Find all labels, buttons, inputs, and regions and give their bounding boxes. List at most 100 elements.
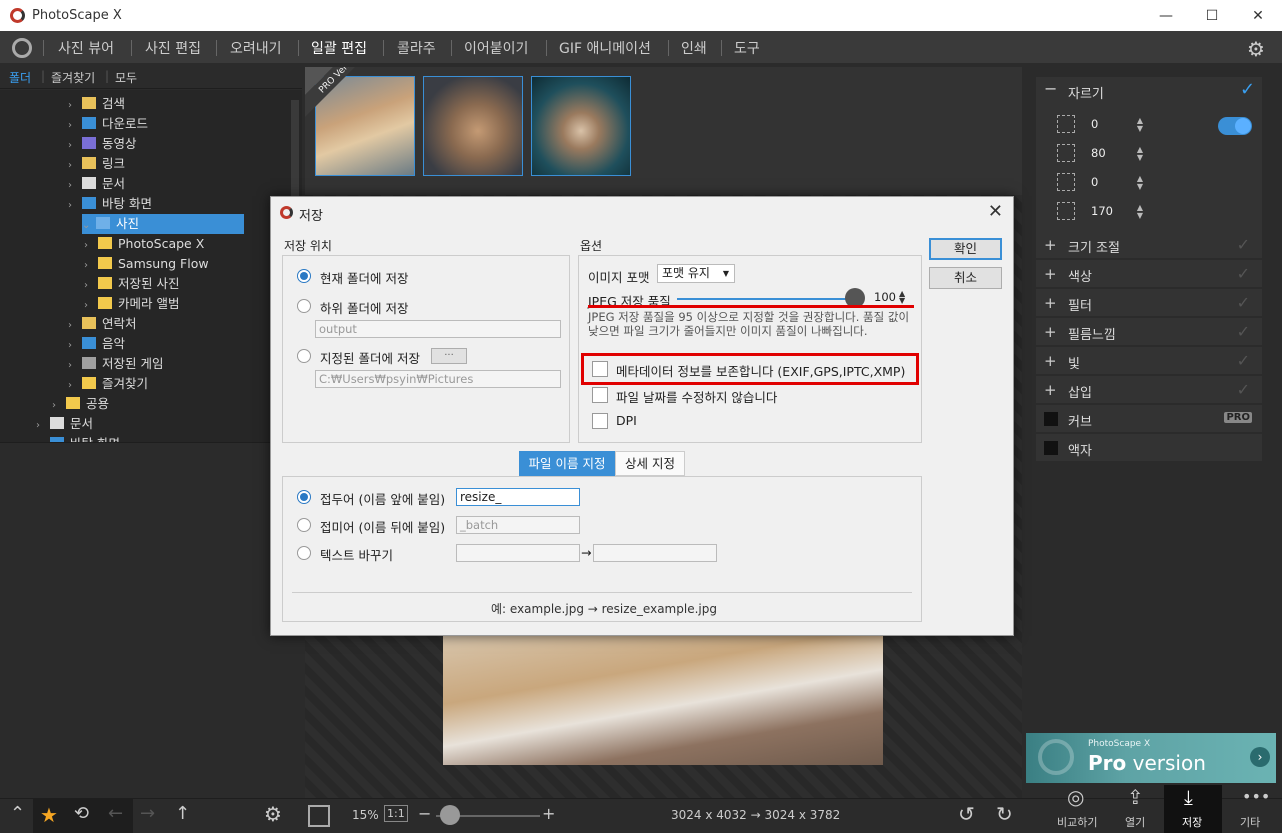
tree-item[interactable]: › PhotoScape X [0,234,290,254]
app-home-icon[interactable] [12,38,32,58]
jpeg-quality-spinner-icon[interactable]: ▲ ▼ [899,290,905,305]
tree-item[interactable]: ›바탕 화면 [0,434,290,442]
zoom-in-icon[interactable]: + [542,804,555,823]
expand-chevron-icon[interactable]: › [68,316,82,336]
folder-path-input[interactable]: C:₩Users₩psyin₩Pictures [315,370,561,388]
apply-check-icon[interactable]: ✓ [1237,264,1250,283]
cancel-button[interactable]: 취소 [929,267,1002,289]
tree-item[interactable]: › 저장된 게임 [0,354,290,374]
zoom-out-icon[interactable]: − [418,804,431,823]
adjust-row[interactable]: + ✓ 색상 [1036,260,1262,288]
expand-chevron-icon[interactable]: › [52,396,66,416]
tree-item[interactable]: › Samsung Flow [0,254,290,274]
expand-chevron-icon[interactable]: › [68,136,82,156]
actual-size-button[interactable]: 1:1 [384,805,408,822]
dpi-checkbox[interactable] [592,413,608,429]
adjust-row[interactable]: + ✓ 빛 [1036,347,1262,375]
expand-plus-icon[interactable]: + [1044,236,1057,254]
tree-item[interactable]: › 공용 [0,394,290,414]
menu-photo-editor[interactable]: 사진 편집 [145,38,201,58]
save-button[interactable]: 저장 [1182,814,1202,830]
expand-chevron-icon[interactable]: › [68,196,82,216]
radio-prefix[interactable] [297,490,311,504]
expand-chevron-icon[interactable]: › [68,156,82,176]
expand-chevron-icon[interactable]: › [84,296,98,316]
dialog-close-icon[interactable]: ✕ [988,201,1003,222]
preserve-metadata-label[interactable]: 메타데이터 정보를 보존합니다 (EXIF,GPS,IPTC,XMP) [616,361,905,380]
forward-arrow-icon[interactable]: → [140,803,155,824]
menu-cutout[interactable]: 오려내기 [230,38,282,58]
rotate-left-icon[interactable]: ↺ [958,802,975,826]
crop-value-2[interactable]: 80 ▲ ▼ [1091,146,1143,164]
radio-replace-text[interactable] [297,546,311,560]
dpi-label[interactable]: DPI [616,413,637,428]
expand-plus-icon[interactable]: + [1044,265,1057,283]
tree-item[interactable]: › 동영상 [0,134,290,154]
expand-chevron-icon[interactable]: › [68,336,82,356]
crop-apply-check-icon[interactable]: ✓ [1240,79,1255,100]
apply-check-icon[interactable]: ✓ [1237,380,1250,399]
tree-item[interactable]: › 카메라 앨범 [0,294,290,314]
menu-batch-editor[interactable]: 일괄 편집 [311,38,367,58]
expand-chevron-icon[interactable]: › [84,276,98,296]
radio-suffix-label[interactable]: 접미어 (이름 뒤에 붙임) [320,517,445,536]
crop-value-1[interactable]: 0 ▲ ▼ [1091,117,1143,135]
adjust-row[interactable]: + ✓ 삽입 [1036,376,1262,404]
apply-check-icon[interactable]: ✓ [1237,293,1250,312]
radio-suffix[interactable] [297,518,311,532]
tree-item[interactable]: › 문서 [0,414,290,434]
tree-item[interactable]: › 링크 [0,154,290,174]
settings-gear-icon[interactable]: ⚙ [1247,37,1265,61]
color-swatch-icon[interactable] [1044,441,1058,455]
tree-item[interactable]: ›바탕 화면 [0,194,290,214]
tab-favorites[interactable]: 즐겨찾기 [51,69,95,86]
expand-plus-icon[interactable]: + [1044,381,1057,399]
zoom-slider-thumb[interactable] [440,805,460,825]
prefix-input[interactable]: resize_ [456,488,580,506]
star-favorite-icon[interactable]: ★ [40,803,58,827]
menu-gif-animation[interactable]: GIF 애니메이션 [559,38,651,58]
thumbnail-cat-2[interactable] [423,76,523,176]
tab-all[interactable]: 모두 [115,69,137,86]
radio-specified-folder[interactable] [297,349,311,363]
radio-specified-folder-label[interactable]: 지정된 폴더에 저장 [320,348,420,367]
apply-check-icon[interactable]: ✓ [1237,351,1250,370]
adjust-row[interactable]: + ✓ 크기 조절 [1036,231,1262,259]
suffix-input[interactable]: _batch [456,516,580,534]
menu-photo-viewer[interactable]: 사진 뷰어 [58,38,114,58]
menu-tools[interactable]: 도구 [734,38,760,58]
expand-plus-icon[interactable]: + [1044,323,1057,341]
up-folder-arrow-icon[interactable]: ↑ [175,803,190,824]
adjust-row[interactable]: 커브 PRO [1036,405,1262,433]
expand-chevron-icon[interactable]: › [68,116,82,136]
menu-combine[interactable]: 이어붙이기 [464,38,528,58]
rotate-right-icon[interactable]: ↻ [996,802,1013,826]
browse-folder-button[interactable]: ··· [431,348,467,364]
expand-chevron-icon[interactable]: › [36,416,50,436]
jpeg-quality-track[interactable] [677,298,855,300]
expand-chevron-icon[interactable]: ⌄ [82,216,96,236]
tree-item[interactable]: › 즐겨찾기 [0,374,290,394]
apply-check-icon[interactable]: ✓ [1237,322,1250,341]
tree-item[interactable]: › 저장된 사진 [0,274,290,294]
radio-current-folder-label[interactable]: 현재 폴더에 저장 [320,268,408,287]
tree-item[interactable]: › 검색 [0,94,290,114]
maximize-button[interactable]: ☐ [1189,4,1235,28]
open-upload-icon[interactable]: ⇪ [1127,785,1144,809]
radio-replace-text-label[interactable]: 텍스트 바꾸기 [320,545,393,564]
collapse-minus-icon[interactable]: − [1044,79,1057,98]
more-dots-icon[interactable]: ••• [1242,787,1270,806]
expand-plus-icon[interactable]: + [1044,294,1057,312]
adjust-row[interactable]: 액자 [1036,434,1262,462]
adjust-row[interactable]: + ✓ 필터 [1036,289,1262,317]
rotate-refresh-icon[interactable]: ⟲ [74,803,89,824]
adjust-row[interactable]: + ✓ 필름느낌 [1036,318,1262,346]
image-format-select[interactable]: 포맷 유지 ▼ [657,264,735,283]
crop-value-3[interactable]: 0 ▲ ▼ [1091,175,1143,193]
keep-file-date-checkbox[interactable] [592,387,608,403]
close-window-button[interactable]: ✕ [1235,4,1281,28]
tree-item[interactable]: › 다운로드 [0,114,290,134]
minimize-button[interactable]: — [1143,4,1189,28]
replace-to-input[interactable] [593,544,717,562]
save-download-icon[interactable]: ⤓ [1184,785,1193,809]
